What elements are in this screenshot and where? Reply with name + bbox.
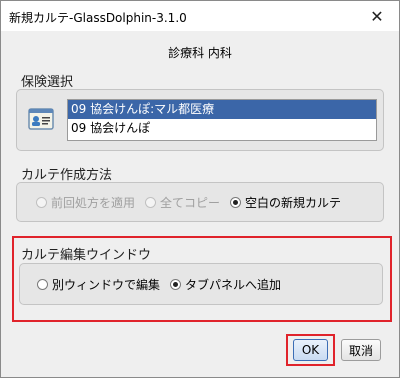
radio-selected-dot: [233, 199, 239, 205]
radio-circle: [36, 196, 47, 208]
radio-add-to-tab-panel[interactable]: タブパネルへ追加: [170, 276, 281, 293]
ok-button[interactable]: OK: [293, 339, 328, 361]
radio-circle: [145, 196, 157, 208]
radio-apply-previous[interactable]: 前回処方を適用: [36, 194, 135, 211]
insurance-list-item[interactable]: 09 協会けんぽ:マル都医療: [68, 100, 376, 119]
creation-method-section-label: カルテ作成方法: [21, 168, 113, 183]
insurance-list-item[interactable]: 09 協会けんぽ: [68, 119, 376, 138]
insurance-list[interactable]: 09 協会けんぽ:マル都医療 09 協会けんぽ: [67, 99, 377, 141]
radio-label: 空白の新規カルテ: [245, 195, 342, 210]
radio-circle: [37, 278, 48, 290]
cancel-button[interactable]: 取消: [341, 339, 381, 361]
radio-label: タブパネルへ追加: [185, 277, 282, 292]
radio-circle: [170, 278, 182, 290]
creation-method-options: 前回処方を適用 全てコピー 空白の新規カルテ: [36, 192, 351, 212]
edit-window-options: 別ウィンドウで編集 タブパネルへ追加: [37, 274, 291, 294]
radio-circle: [230, 196, 242, 208]
edit-window-section-label: カルテ編集ウインドウ: [21, 248, 152, 263]
title-bar: 新規カルテ-GlassDolphin-3.1.0 ✕: [1, 1, 399, 31]
window-title: 新規カルテ-GlassDolphin-3.1.0: [9, 11, 187, 25]
new-karte-dialog: 新規カルテ-GlassDolphin-3.1.0 ✕ 診療科 内科 保険選択 0…: [0, 0, 400, 378]
radio-copy-all[interactable]: 全てコピー: [145, 194, 220, 211]
radio-label: 全てコピー: [160, 195, 221, 210]
radio-separate-window[interactable]: 別ウィンドウで編集: [37, 276, 160, 293]
close-button[interactable]: ✕: [355, 1, 399, 31]
radio-label: 前回処方を適用: [51, 195, 136, 210]
insurance-card-icon: [28, 108, 54, 130]
radio-selected-dot: [173, 281, 179, 287]
radio-blank-new-karte[interactable]: 空白の新規カルテ: [230, 194, 341, 211]
radio-label: 別ウィンドウで編集: [52, 277, 161, 292]
department-label: 診療科 内科: [168, 46, 232, 60]
insurance-section-label: 保険選択: [21, 75, 74, 90]
close-icon: ✕: [370, 6, 384, 26]
